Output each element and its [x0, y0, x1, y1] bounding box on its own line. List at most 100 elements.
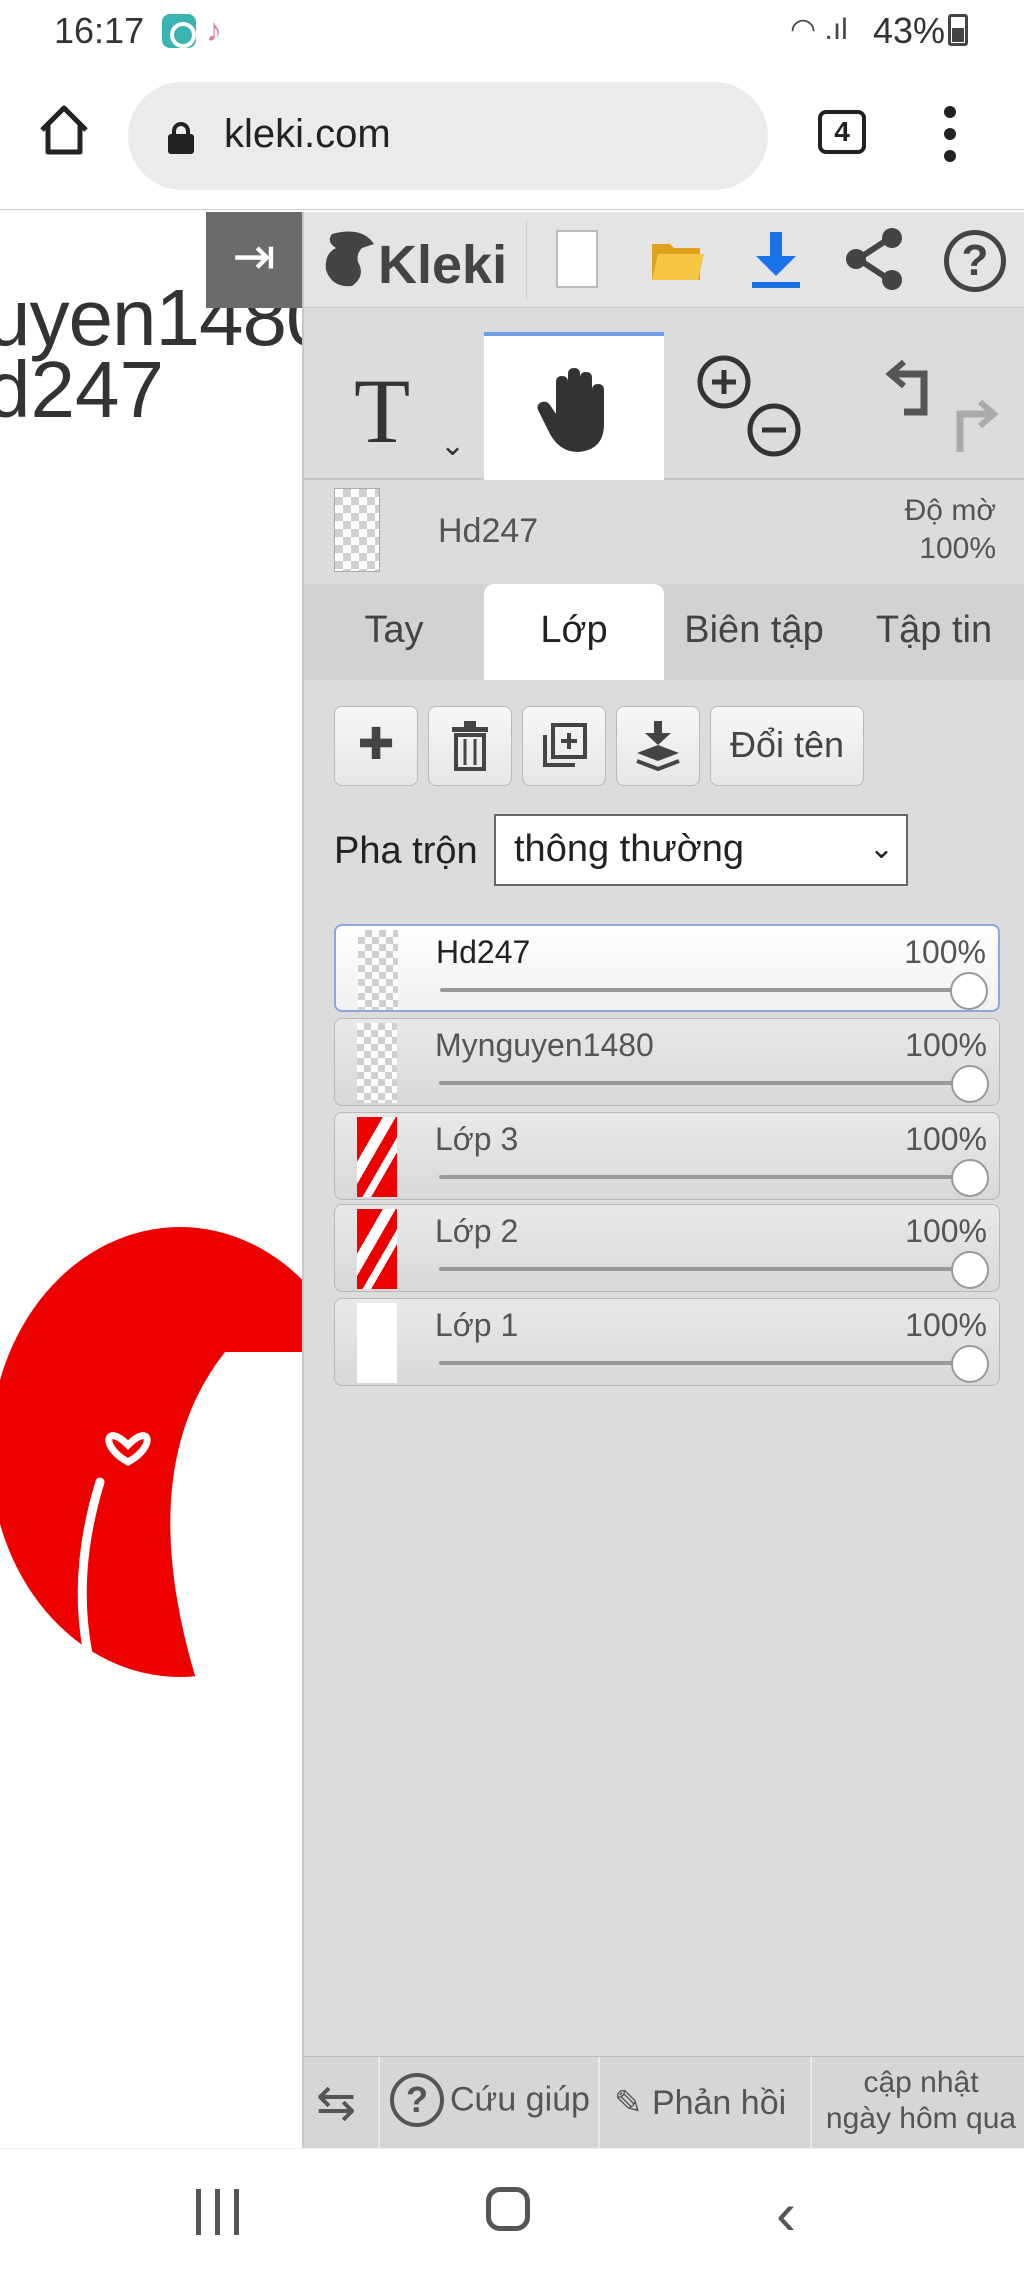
trash-icon	[452, 721, 488, 771]
layer-name: Lớp 1	[435, 1307, 519, 1343]
status-time: 16:17	[54, 10, 145, 51]
text-tool-button[interactable]: T ⌄	[304, 332, 484, 480]
zoom-tools	[664, 332, 844, 480]
tab-brush[interactable]: Tay	[304, 584, 484, 680]
opacity-slider-track[interactable]	[440, 988, 974, 992]
help-icon: ?	[390, 2073, 444, 2127]
feedback-button[interactable]: ✎ Phản hồi	[614, 2073, 786, 2133]
chevron-down-icon[interactable]: ⌄	[440, 428, 465, 463]
tab-layers[interactable]: Lớp	[484, 584, 664, 680]
browser-toolbar: kleki.com 4	[0, 62, 1024, 210]
hand-icon	[537, 368, 604, 452]
delete-layer-button[interactable]	[428, 706, 512, 786]
tool-row: T ⌄	[304, 332, 1024, 480]
new-file-icon[interactable]	[556, 230, 598, 288]
blend-mode-label: Pha trộn	[334, 830, 478, 872]
layer-item[interactable]: Mynguyen1480 100%	[334, 1018, 1000, 1106]
add-layer-button[interactable]: ✚	[334, 706, 418, 786]
undo-icon[interactable]	[885, 359, 928, 416]
layer-name: Lớp 2	[435, 1213, 519, 1249]
layer-opacity: 100%	[905, 1027, 987, 1063]
rename-layer-button[interactable]: Đổi tên	[710, 706, 864, 786]
layer-name: Lớp 3	[435, 1121, 519, 1157]
opacity-slider-track[interactable]	[439, 1081, 975, 1085]
opacity-slider-handle[interactable]	[951, 1345, 989, 1383]
zoom-in-icon[interactable]	[697, 355, 751, 409]
opacity-slider-handle[interactable]	[951, 1251, 989, 1289]
share-icon[interactable]	[844, 226, 908, 292]
current-layer-opacity: Độ mờ 100%	[905, 492, 996, 568]
opacity-slider-handle[interactable]	[951, 1159, 989, 1197]
layer-opacity: 100%	[905, 1121, 987, 1157]
hand-tool-button[interactable]	[484, 332, 664, 480]
blend-mode-value: thông thường	[514, 828, 744, 870]
duplicate-icon	[543, 723, 587, 767]
help-label: Cứu giúp	[450, 2080, 590, 2119]
swap-side-icon[interactable]: ⇆	[316, 2075, 368, 2131]
feedback-icon: ✎	[614, 2084, 652, 2122]
plus-icon: ✚	[357, 720, 395, 769]
address-bar[interactable]: kleki.com	[128, 82, 768, 190]
history-tools	[844, 332, 1024, 480]
panel-footer: ⇆ ? Cứu giúp ✎ Phản hồi cập nhật ngày hôm…	[304, 2056, 1024, 2149]
battery-percent: 43%	[873, 10, 946, 51]
app-name: Kleki	[378, 235, 508, 295]
open-folder-icon[interactable]	[650, 234, 706, 284]
opacity-slider-track[interactable]	[439, 1175, 975, 1179]
recent-apps-icon[interactable]	[196, 2189, 240, 2235]
duplicate-layer-button[interactable]	[522, 706, 606, 786]
layer-name: Mynguyen1480	[435, 1027, 654, 1063]
lock-icon	[168, 122, 194, 154]
layer-item[interactable]: Lớp 1 100%	[334, 1298, 1000, 1386]
system-nav-bar: ‹	[0, 2148, 1024, 2276]
opacity-value: 100%	[919, 532, 996, 565]
feedback-label: Phản hồi	[651, 2084, 787, 2122]
opacity-slider-handle[interactable]	[951, 1065, 989, 1103]
layer-opacity: 100%	[904, 934, 986, 970]
redo-icon[interactable]	[956, 399, 999, 452]
current-layer-info: Hd247 Độ mờ 100%	[304, 482, 1024, 584]
download-icon[interactable]	[746, 228, 806, 292]
text-tool-icon: T	[354, 360, 411, 462]
side-panel: Kleki ? T ⌄ Hd247 Độ mờ 100% Tay Lớp Biê…	[302, 212, 1024, 2149]
layer-item[interactable]: Lớp 3 100%	[334, 1112, 1000, 1200]
layer-thumbnail	[357, 1117, 397, 1197]
opacity-slider-handle[interactable]	[950, 972, 988, 1010]
collapse-panel-button[interactable]: ⇥	[206, 212, 302, 308]
update-line1: cập nhật	[863, 2066, 979, 2099]
app-toolbar: Kleki ?	[304, 212, 1024, 308]
merge-down-icon	[636, 721, 680, 772]
kleki-bird-icon	[325, 231, 374, 287]
home-nav-icon[interactable]	[486, 2187, 530, 2231]
opacity-slider-track[interactable]	[439, 1361, 975, 1365]
home-icon[interactable]	[36, 102, 92, 158]
layer-thumbnail	[358, 930, 398, 1010]
panel-tabs: Tay Lớp Biên tập Tập tin	[304, 584, 1024, 680]
status-bar: 16:17 ♪ ◠ .ıl 43%	[0, 0, 1024, 62]
layer-opacity: 100%	[905, 1213, 987, 1249]
layer-item[interactable]: Hd247 100%	[334, 924, 1000, 1012]
drawing-canvas[interactable]: uyen1480 d247	[0, 212, 302, 2148]
battery-icon	[948, 14, 968, 46]
merge-down-button[interactable]	[616, 706, 700, 786]
notification-app-icon	[162, 14, 196, 48]
layer-item[interactable]: Lớp 2 100%	[334, 1204, 1000, 1292]
update-line2: ngày hôm qua	[825, 2102, 1017, 2135]
zoom-out-icon[interactable]	[747, 403, 801, 457]
browser-menu-icon[interactable]	[930, 106, 970, 162]
tab-switcher-button[interactable]: 4	[818, 110, 866, 154]
canvas-drawing	[0, 1227, 302, 1727]
layer-thumbnail	[357, 1023, 397, 1103]
layer-thumbnail	[357, 1303, 397, 1383]
back-icon[interactable]: ‹	[776, 2179, 796, 2248]
tab-file[interactable]: Tập tin	[844, 584, 1024, 680]
layers-panel: ✚ Đổi tên Pha trộn thông thường ⌄ Hd247 …	[304, 680, 1024, 2080]
current-layer-name: Hd247	[438, 512, 539, 550]
update-info-link[interactable]: cập nhật ngày hôm qua	[816, 2065, 1024, 2137]
blend-mode-select[interactable]: thông thường ⌄	[494, 814, 908, 886]
tab-edit[interactable]: Biên tập	[664, 584, 844, 680]
help-icon[interactable]: ?	[944, 230, 1006, 292]
opacity-label: Độ mờ	[904, 494, 996, 527]
opacity-slider-track[interactable]	[439, 1267, 975, 1271]
help-button[interactable]: ? Cứu giúp	[390, 2073, 590, 2133]
